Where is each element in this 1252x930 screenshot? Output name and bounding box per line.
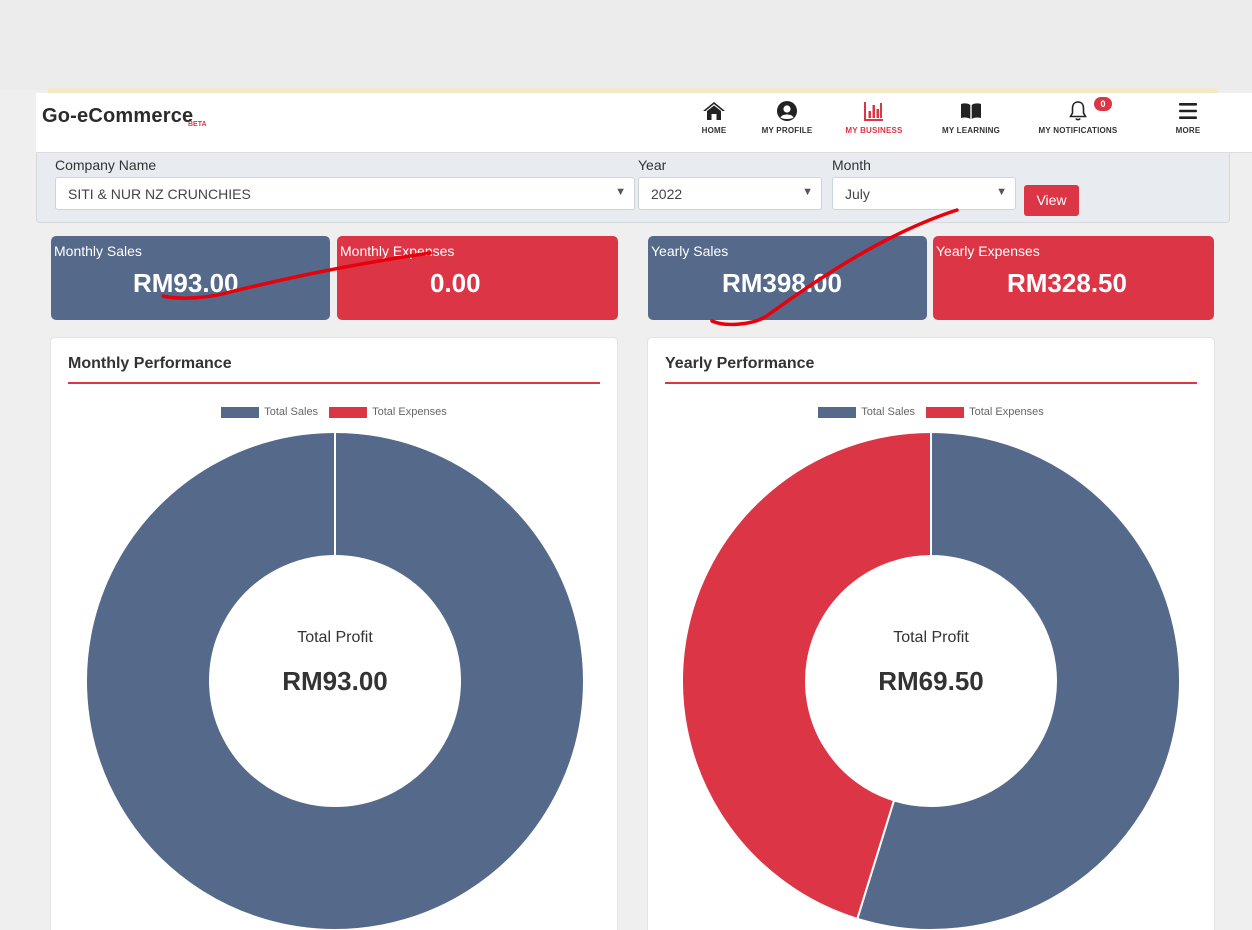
monthly-expenses-label: Monthly Expenses: [340, 243, 455, 259]
yearly-profit-value: RM69.50: [878, 666, 984, 696]
month-select[interactable]: July ▼: [832, 177, 1016, 210]
year-label: Year: [638, 157, 667, 173]
yearly-expenses-value: RM328.50: [1007, 268, 1127, 298]
hamburger-menu-icon: [1179, 103, 1197, 119]
yearly-expenses-label: Yearly Expenses: [936, 243, 1040, 259]
chevron-down-icon: ▼: [615, 186, 626, 198]
year-select[interactable]: 2022 ▼: [638, 177, 822, 210]
company-name-label: Company Name: [55, 157, 157, 173]
browser-top-area: [0, 0, 1252, 90]
year-value: 2022: [651, 186, 683, 202]
nav-more-label: MORE: [1175, 126, 1201, 135]
view-button[interactable]: View: [1024, 185, 1079, 216]
nav-home[interactable]: HOME: [692, 99, 736, 135]
month-value: July: [845, 186, 870, 202]
bar-chart-icon: [864, 102, 883, 121]
nav-my-profile-label: MY PROFILE: [761, 126, 813, 135]
nav-my-business[interactable]: MY BUSINESS: [838, 99, 910, 135]
monthly-sales-label: Monthly Sales: [54, 243, 142, 259]
company-name-select[interactable]: SITI & NUR NZ CRUNCHIES ▼: [55, 177, 635, 210]
monthly-profit-value: RM93.00: [282, 666, 388, 696]
bell-icon: [1069, 101, 1087, 121]
user-circle-icon: [777, 101, 797, 121]
yearly-sales-card: Yearly Sales RM398.00: [648, 236, 927, 320]
open-book-icon: [961, 103, 981, 119]
notification-count-badge: 0: [1094, 97, 1112, 111]
company-name-value: SITI & NUR NZ CRUNCHIES: [68, 186, 251, 202]
monthly-performance-card: Monthly Performance Total Sales Total Ex…: [50, 337, 618, 930]
nav-home-label: HOME: [701, 126, 727, 135]
monthly-center-label: Total Profit: [297, 629, 373, 646]
chevron-down-icon: ▼: [996, 186, 1007, 198]
beta-badge: BETA: [188, 121, 207, 128]
monthly-sales-card: Monthly Sales RM93.00: [51, 236, 330, 320]
navbar: Go-eCommerce BETA HOME MY PROFILE MY BUS…: [36, 93, 1252, 153]
filter-panel: Company Name SITI & NUR NZ CRUNCHIES ▼ Y…: [36, 153, 1230, 223]
yearly-sales-label: Yearly Sales: [651, 243, 729, 259]
yearly-performance-card: Yearly Performance Total Sales Total Exp…: [647, 337, 1215, 930]
brand-name: Go-eCommerce: [42, 105, 194, 127]
yearly-sales-value: RM398.00: [722, 268, 842, 298]
month-label: Month: [832, 157, 871, 173]
nav-my-profile[interactable]: MY PROFILE: [754, 99, 820, 135]
brand-logo[interactable]: Go-eCommerce: [42, 105, 193, 128]
monthly-expenses-card: Monthly Expenses 0.00: [337, 236, 618, 320]
yearly-center-label: Total Profit: [893, 629, 969, 646]
home-icon: [703, 102, 725, 120]
chevron-down-icon: ▼: [802, 186, 813, 198]
nav-my-notifications-label: MY NOTIFICATIONS: [1038, 126, 1118, 135]
monthly-expenses-value: 0.00: [430, 268, 481, 298]
monthly-sales-value: RM93.00: [133, 268, 239, 298]
nav-more[interactable]: MORE: [1166, 99, 1210, 135]
nav-my-learning[interactable]: MY LEARNING: [934, 99, 1008, 135]
nav-my-notifications[interactable]: 0 MY NOTIFICATIONS: [1028, 97, 1128, 135]
yearly-expenses-card: Yearly Expenses RM328.50: [933, 236, 1214, 320]
nav-my-business-label: MY BUSINESS: [845, 126, 903, 135]
nav-my-learning-label: MY LEARNING: [941, 126, 1001, 135]
